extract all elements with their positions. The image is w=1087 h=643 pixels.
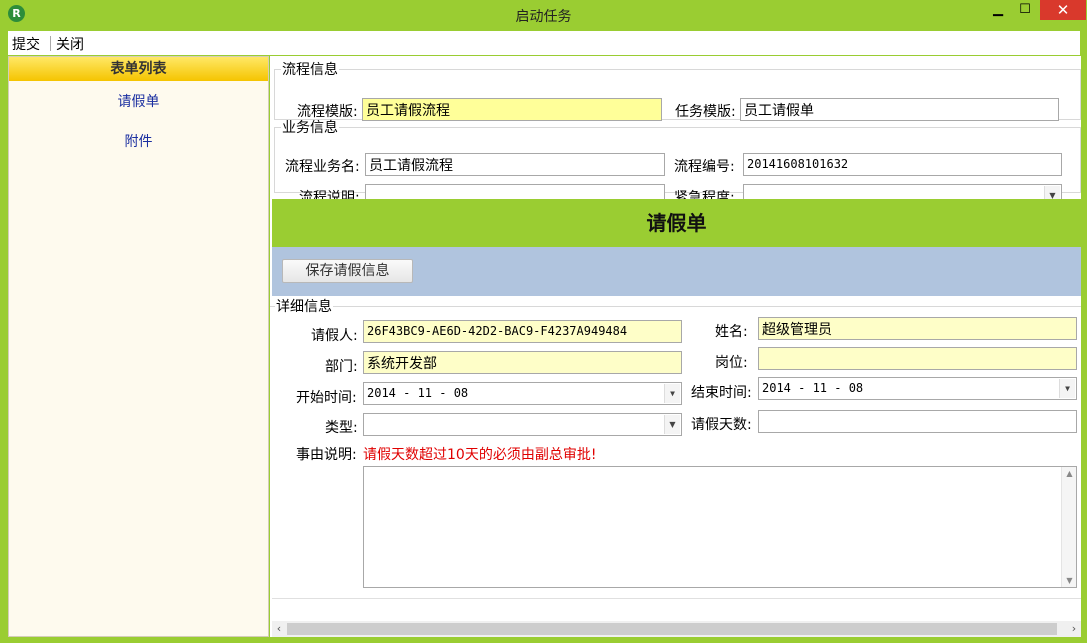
- end-time-picker[interactable]: 2014 - 11 - 08 ▼: [758, 377, 1077, 400]
- process-info-group: 流程信息 流程模版: 员工请假流程 任务模版: 员工请假单: [274, 59, 1081, 121]
- start-time-label: 开始时间:: [296, 390, 357, 406]
- business-name-label: 流程业务名:: [285, 159, 360, 175]
- chevron-down-icon[interactable]: ▼: [1059, 379, 1075, 398]
- save-leave-button[interactable]: 保存请假信息: [282, 259, 413, 283]
- business-name-field[interactable]: 员工请假流程: [365, 153, 665, 176]
- scroll-up-icon[interactable]: ▲: [1062, 469, 1077, 478]
- title-bar: R 启动任务 ▁ ☐ ✕: [0, 0, 1087, 30]
- process-number-field[interactable]: 20141608101632: [743, 153, 1062, 176]
- end-time-value: 2014 - 11 - 08: [762, 381, 864, 395]
- process-number-label: 流程编号:: [674, 159, 735, 175]
- close-window-button[interactable]: ✕: [1040, 0, 1086, 20]
- position-label: 岗位:: [715, 355, 748, 371]
- window-title: 启动任务: [515, 9, 572, 25]
- department-field[interactable]: 系统开发部: [363, 351, 682, 374]
- menu-submit[interactable]: 提交: [12, 34, 40, 54]
- scroll-right-icon[interactable]: ›: [1067, 622, 1081, 635]
- divider: [272, 598, 1081, 599]
- form-list-item-leave[interactable]: 请假单: [9, 91, 268, 111]
- name-field[interactable]: 超级管理员: [758, 317, 1077, 340]
- leave-days-field[interactable]: [758, 410, 1077, 433]
- scrollbar-thumb[interactable]: [287, 623, 1057, 635]
- business-info-group: 业务信息 流程业务名: 员工请假流程 流程编号: 20141608101632 …: [274, 117, 1081, 207]
- form-list-item-attachment[interactable]: 附件: [9, 131, 268, 151]
- process-info-legend: 流程信息: [282, 62, 338, 78]
- reason-label: 事由说明:: [296, 447, 357, 463]
- business-info-legend: 业务信息: [282, 120, 338, 136]
- reason-scrollbar[interactable]: ▲ ▼: [1061, 467, 1076, 587]
- start-time-value: 2014 - 11 - 08: [367, 386, 469, 400]
- end-time-label: 结束时间:: [691, 385, 752, 401]
- scroll-left-icon[interactable]: ‹: [272, 622, 286, 635]
- form-list-panel: 表单列表 请假单 附件: [8, 56, 269, 637]
- menu-close[interactable]: 关闭: [56, 34, 84, 54]
- scroll-down-icon[interactable]: ▼: [1062, 576, 1077, 585]
- menu-separator: [50, 36, 51, 51]
- department-label: 部门:: [325, 359, 358, 375]
- start-time-picker[interactable]: 2014 - 11 - 08 ▼: [363, 382, 682, 405]
- form-title: 请假单: [272, 199, 1081, 247]
- horizontal-scrollbar[interactable]: ‹ ›: [272, 621, 1081, 637]
- type-select[interactable]: ▼: [363, 413, 682, 436]
- position-field[interactable]: [758, 347, 1077, 370]
- chevron-down-icon[interactable]: ▼: [664, 415, 680, 434]
- type-label: 类型:: [325, 420, 358, 436]
- applicant-field[interactable]: 26F43BC9-AE6D-42D2-BAC9-F4237A949484: [363, 320, 682, 343]
- name-label: 姓名:: [715, 324, 748, 340]
- maximize-button[interactable]: ☐: [1012, 0, 1038, 20]
- leave-days-label: 请假天数:: [691, 417, 752, 433]
- form-list-header: 表单列表: [9, 57, 268, 81]
- chevron-down-icon[interactable]: ▼: [664, 384, 680, 403]
- menu-bar: 提交 关闭: [8, 31, 1080, 55]
- main-content: 流程信息 流程模版: 员工请假流程 任务模版: 员工请假单 业务信息 流程业务名…: [270, 56, 1081, 637]
- minimize-button[interactable]: ▁: [986, 0, 1010, 20]
- form-toolbar: 保存请假信息: [272, 247, 1081, 296]
- applicant-label: 请假人:: [311, 328, 358, 344]
- detail-info-legend: 详细信息: [276, 299, 332, 315]
- reason-textarea[interactable]: ▲ ▼: [363, 466, 1077, 588]
- reason-warning: 请假天数超过10天的必须由副总审批!: [363, 447, 597, 463]
